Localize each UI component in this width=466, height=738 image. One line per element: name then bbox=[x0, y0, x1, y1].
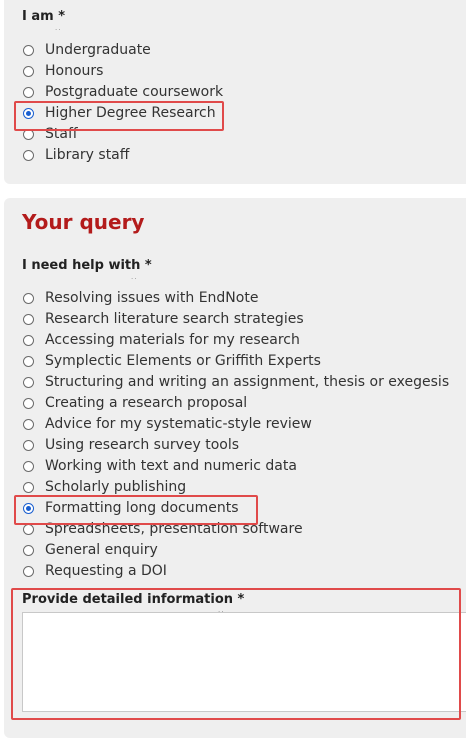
radio-option-label[interactable]: Accessing materials for my research bbox=[45, 332, 300, 348]
radio-button[interactable] bbox=[23, 439, 34, 451]
radio-option-label[interactable]: Formatting long documents bbox=[45, 500, 239, 516]
radio-option[interactable]: Structuring and writing an assignment, t… bbox=[23, 372, 449, 392]
radio-button[interactable] bbox=[23, 355, 34, 367]
radio-option[interactable]: Higher Degree Research bbox=[23, 103, 216, 123]
radio-button[interactable] bbox=[23, 44, 34, 56]
query-heading: Your query bbox=[22, 210, 145, 234]
radio-option[interactable]: General enquiry bbox=[23, 540, 158, 560]
radio-button-checked[interactable] bbox=[23, 107, 34, 119]
detail-textarea[interactable] bbox=[22, 612, 466, 712]
radio-button[interactable] bbox=[23, 86, 34, 98]
help-label-text: I need help with bbox=[22, 258, 141, 273]
radio-option-label[interactable]: Research literature search strategies bbox=[45, 311, 304, 327]
radio-option[interactable]: Research literature search strategies bbox=[23, 309, 304, 329]
radio-button[interactable] bbox=[23, 523, 34, 535]
radio-option[interactable]: Library staff bbox=[23, 145, 129, 165]
required-mark: * bbox=[237, 592, 245, 607]
radio-option[interactable]: Symplectic Elements or Griffith Experts bbox=[23, 351, 321, 371]
radio-option[interactable]: Resolving issues with EndNote bbox=[23, 288, 258, 308]
radio-option-label[interactable]: Structuring and writing an assignment, t… bbox=[45, 374, 449, 390]
radio-button[interactable] bbox=[23, 397, 34, 409]
radio-button[interactable] bbox=[23, 418, 34, 430]
radio-option-label[interactable]: Working with text and numeric data bbox=[45, 458, 297, 474]
radio-option[interactable]: Creating a research proposal bbox=[23, 393, 247, 413]
required-dots: .. bbox=[131, 273, 138, 281]
radio-option-label[interactable]: Creating a research proposal bbox=[45, 395, 247, 411]
radio-option[interactable]: Working with text and numeric data bbox=[23, 456, 297, 476]
radio-option-label[interactable]: Higher Degree Research bbox=[45, 105, 216, 121]
radio-option[interactable]: Accessing materials for my research bbox=[23, 330, 300, 350]
radio-option-label[interactable]: General enquiry bbox=[45, 542, 158, 558]
radio-option[interactable]: Spreadsheets, presentation software bbox=[23, 519, 303, 539]
radio-option-label[interactable]: Undergraduate bbox=[45, 42, 151, 58]
radio-button-checked[interactable] bbox=[23, 502, 34, 514]
radio-option-label[interactable]: Honours bbox=[45, 63, 103, 79]
radio-option-label[interactable]: Staff bbox=[45, 126, 78, 142]
radio-option-label[interactable]: Spreadsheets, presentation software bbox=[45, 521, 303, 537]
radio-option-label[interactable]: Advice for my systematic-style review bbox=[45, 416, 312, 432]
radio-option-label[interactable]: Scholarly publishing bbox=[45, 479, 186, 495]
iam-label-text: I am bbox=[22, 9, 54, 24]
radio-option[interactable]: Postgraduate coursework bbox=[23, 82, 223, 102]
radio-option[interactable]: Honours bbox=[23, 61, 103, 81]
radio-button[interactable] bbox=[23, 544, 34, 556]
radio-option-label[interactable]: Resolving issues with EndNote bbox=[45, 290, 258, 306]
radio-option[interactable]: Undergraduate bbox=[23, 40, 151, 60]
radio-option-label[interactable]: Postgraduate coursework bbox=[45, 84, 223, 100]
radio-option-label[interactable]: Requesting a DOI bbox=[45, 563, 167, 579]
radio-button[interactable] bbox=[23, 313, 34, 325]
detail-label: Provide detailed information * bbox=[22, 592, 244, 607]
help-label: I need help with * bbox=[22, 258, 152, 273]
detail-label-text: Provide detailed information bbox=[22, 592, 234, 607]
radio-button[interactable] bbox=[23, 460, 34, 472]
radio-button[interactable] bbox=[23, 376, 34, 388]
radio-button[interactable] bbox=[23, 565, 34, 577]
radio-button[interactable] bbox=[23, 149, 34, 161]
radio-button[interactable] bbox=[23, 292, 34, 304]
required-mark: * bbox=[144, 258, 152, 273]
required-dots: .. bbox=[55, 24, 62, 32]
radio-option[interactable]: Scholarly publishing bbox=[23, 477, 186, 497]
radio-option-label[interactable]: Using research survey tools bbox=[45, 437, 239, 453]
radio-option[interactable]: Requesting a DOI bbox=[23, 561, 167, 581]
radio-option[interactable]: Using research survey tools bbox=[23, 435, 239, 455]
radio-button[interactable] bbox=[23, 334, 34, 346]
radio-option[interactable]: Advice for my systematic-style review bbox=[23, 414, 312, 434]
iam-label: I am * bbox=[22, 9, 65, 24]
radio-option-label[interactable]: Library staff bbox=[45, 147, 129, 163]
radio-option[interactable]: Formatting long documents bbox=[23, 498, 239, 518]
required-mark: * bbox=[58, 9, 66, 24]
radio-option-label[interactable]: Symplectic Elements or Griffith Experts bbox=[45, 353, 321, 369]
radio-button[interactable] bbox=[23, 128, 34, 140]
radio-button[interactable] bbox=[23, 481, 34, 493]
radio-button[interactable] bbox=[23, 65, 34, 77]
radio-option[interactable]: Staff bbox=[23, 124, 78, 144]
